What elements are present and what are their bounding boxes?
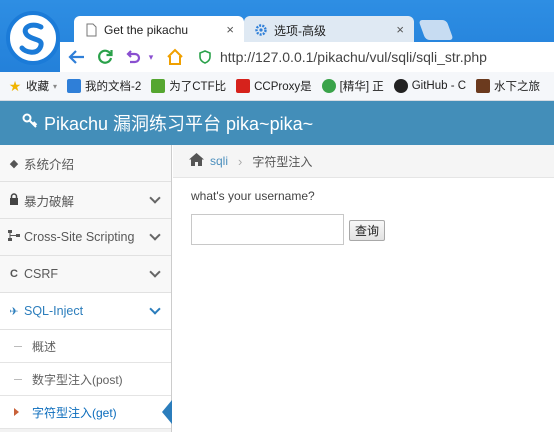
query-button[interactable]: 查询 [349, 220, 386, 241]
chevron-down-icon [149, 303, 161, 315]
sqli-submenu: 概述 数字型注入(post) 字符型注入(get) [0, 330, 172, 429]
browser-tab-title: Get the pikachu [104, 23, 189, 37]
lock-icon [6, 192, 22, 208]
app-header: Pikachu 漏洞练习平台 pika~pika~ [0, 101, 554, 145]
chevron-down-icon [149, 192, 161, 204]
browser-logo-icon[interactable] [6, 11, 60, 65]
sidebar-subitem-overview[interactable]: 概述 [0, 330, 171, 363]
new-tab-button[interactable] [418, 20, 454, 40]
bookmark-item[interactable]: 水下之旅 [476, 78, 540, 94]
sidebar: ◆ 系统介绍 暴力破解 Cross-Site Scripting C CSRF … [0, 145, 172, 432]
sitemap-icon [6, 230, 22, 244]
back-arrow-icon[interactable] [66, 46, 88, 68]
bookmark-item[interactable]: 我的文档-2 [67, 78, 141, 94]
proxy-icon [236, 79, 251, 93]
tab-close-icon[interactable]: × [226, 22, 234, 37]
doc-icon [67, 79, 82, 93]
home-icon[interactable] [164, 46, 186, 68]
sidebar-item-intro[interactable]: ◆ 系统介绍 [0, 145, 171, 182]
breadcrumb-link-sqli[interactable]: sqli [210, 154, 228, 168]
sidebar-subitem-numeric-post[interactable]: 数字型注入(post) [0, 363, 171, 396]
flag-icon [151, 79, 166, 93]
tags-icon: ◆ [9, 157, 19, 170]
chevron-down-icon: ▾ [53, 81, 58, 91]
c-icon: C [10, 268, 18, 280]
bookmark-item[interactable]: CCProxy是 [236, 78, 312, 94]
github-icon [393, 79, 408, 93]
bookmark-item[interactable]: GitHub - C [393, 79, 466, 93]
star-icon: ★ [8, 78, 22, 94]
sidebar-item-bruteforce[interactable]: 暴力破解 [0, 182, 171, 219]
gear-icon [255, 24, 267, 36]
home-icon[interactable] [189, 153, 204, 169]
breadcrumb-current: 字符型注入 [252, 154, 313, 169]
bookmark-item[interactable]: 为了CTF比 [151, 78, 226, 94]
security-shield-icon [199, 50, 211, 64]
page-icon [86, 23, 97, 37]
navigation-bar: ▾ http://127.0.0.1/pikachu/vul/sqli/sqli… [60, 42, 554, 72]
chevron-down-icon [149, 266, 161, 278]
username-question: what's your username? [191, 189, 315, 203]
active-pointer [162, 400, 172, 424]
tab-strip: Get the pikachu × 选项-高级 × [66, 14, 554, 44]
url-text: http://127.0.0.1/pikachu/vul/sqli/sqli_s… [220, 49, 487, 65]
sidebar-item-xss[interactable]: Cross-Site Scripting [0, 219, 171, 256]
bookmark-item[interactable]: ★ 收藏 ▾ [8, 78, 57, 94]
plane-icon: ✈ [9, 305, 19, 318]
breadcrumb-separator-icon: › [238, 153, 243, 169]
sidebar-subitem-string-get[interactable]: 字符型注入(get) [0, 396, 172, 429]
username-input[interactable] [191, 214, 344, 245]
bookmarks-bar: ★ 收藏 ▾ 我的文档-2 为了CTF比 CCProxy是 [精华] 正 Git… [0, 72, 554, 101]
tab-close-icon[interactable]: × [396, 22, 404, 37]
chevron-down-icon[interactable]: ▾ [144, 46, 158, 68]
chevron-down-icon [149, 229, 161, 241]
key-icon [22, 113, 38, 134]
browser-chrome: Get the pikachu × 选项-高级 × ▾ http://127.0… [0, 0, 554, 101]
breadcrumb: sqli › 字符型注入 [173, 145, 554, 178]
sidebar-item-csrf[interactable]: C CSRF [0, 256, 171, 293]
sidebar-item-sqli[interactable]: ✈ SQL-Inject [0, 293, 171, 330]
browser-tab-inactive[interactable]: 选项-高级 × [244, 16, 414, 44]
undo-icon[interactable] [122, 46, 144, 68]
browser-tab-title: 选项-高级 [274, 23, 326, 38]
bookmark-item[interactable]: [精华] 正 [321, 78, 384, 94]
c-icon [321, 79, 336, 93]
image-icon [476, 79, 491, 93]
main-content: sqli › 字符型注入 what's your username? 查询 [173, 145, 554, 432]
refresh-icon[interactable] [94, 46, 116, 68]
browser-tab-active[interactable]: Get the pikachu × [74, 16, 244, 44]
app-title: Pikachu 漏洞练习平台 pika~pika~ [44, 114, 314, 134]
address-bar[interactable]: http://127.0.0.1/pikachu/vul/sqli/sqli_s… [198, 46, 554, 68]
